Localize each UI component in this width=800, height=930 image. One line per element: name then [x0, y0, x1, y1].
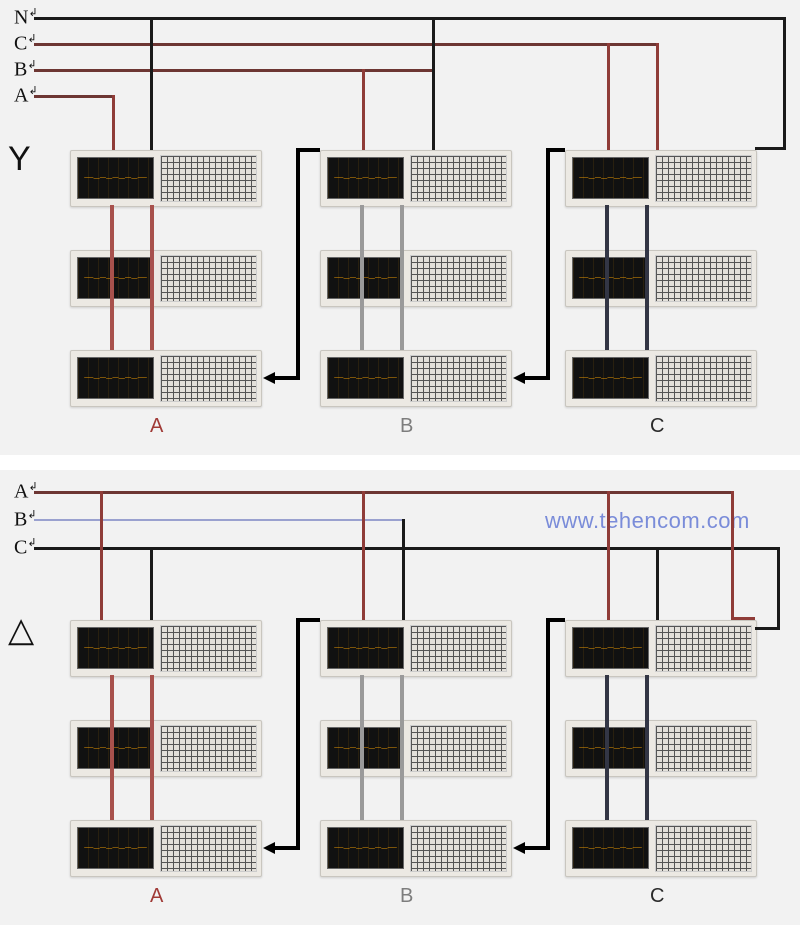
bus-c-line-d	[34, 547, 779, 550]
device-d-a3	[70, 820, 262, 877]
drop-n-b	[432, 17, 435, 150]
delta-symbol: △	[8, 610, 34, 650]
d-arrow-bc-head	[513, 842, 525, 854]
d-vert-a-r	[150, 675, 154, 820]
device-y-c2	[565, 250, 757, 307]
arrow-ab-v	[296, 148, 300, 380]
panel-delta: A↲ B↲ C↲ △ www.tehencom.com A B C	[0, 470, 800, 925]
bus-b-line	[34, 69, 434, 72]
d-col-b-label: B	[400, 885, 413, 908]
d-col-c-label: C	[650, 885, 664, 908]
device-y-b3	[320, 350, 512, 407]
device-d-a1	[70, 620, 262, 677]
d-drop-a3b	[731, 491, 734, 620]
wye-symbol: Y	[8, 140, 31, 179]
device-d-b3	[320, 820, 512, 877]
d-arrow-ab-h2	[296, 618, 320, 622]
d-drop-a3bh	[731, 617, 755, 620]
bus-c-line	[34, 43, 659, 46]
device-y-a2	[70, 250, 262, 307]
device-d-c2	[565, 720, 757, 777]
arrow-bc-v	[546, 148, 550, 380]
d-drop-a2	[362, 491, 365, 620]
d-vert-c-r	[645, 675, 649, 820]
bus-b-line-d	[34, 519, 404, 521]
col-a-label: A	[150, 415, 163, 438]
arrow-bc-head	[513, 372, 525, 384]
d-drop-a3	[607, 491, 610, 620]
d-col-a-label: A	[150, 885, 163, 908]
bus-a-line-d	[34, 491, 734, 494]
d-drop-c3b	[777, 547, 780, 630]
panel-wye: N↲ C↲ B↲ A↲ Y A B C	[0, 0, 800, 455]
d-drop-b2	[402, 519, 405, 620]
vert-b-l	[360, 205, 364, 350]
watermark: www.tehencom.com	[545, 508, 750, 534]
drop-a	[112, 95, 115, 150]
device-y-b1	[320, 150, 512, 207]
vert-c-l	[605, 205, 609, 350]
vert-a-l	[110, 205, 114, 350]
vert-b-r	[400, 205, 404, 350]
drop-n-a	[150, 17, 153, 150]
arrow-ab-head	[263, 372, 275, 384]
drop-n-c2h	[755, 147, 786, 150]
device-d-b2	[320, 720, 512, 777]
vert-c-r	[645, 205, 649, 350]
bus-n-line	[34, 17, 785, 20]
drop-n-c2	[783, 17, 786, 150]
drop-c	[607, 43, 610, 150]
device-d-b1	[320, 620, 512, 677]
arrow-bc-h2	[546, 148, 565, 152]
device-y-c3	[565, 350, 757, 407]
device-d-a2	[70, 720, 262, 777]
d-drop-c3	[656, 547, 659, 620]
device-y-c1	[565, 150, 757, 207]
d-arrow-ab-v	[296, 618, 300, 850]
d-vert-c-l	[605, 675, 609, 820]
d-vert-a-l	[110, 675, 114, 820]
drop-n-c	[656, 43, 659, 150]
d-drop-c1	[150, 547, 153, 620]
d-vert-b-r	[400, 675, 404, 820]
device-d-c3	[565, 820, 757, 877]
col-c-label: C	[650, 415, 664, 438]
arrow-ab-h2	[296, 148, 320, 152]
d-arrow-ab-head	[263, 842, 275, 854]
device-y-b2	[320, 250, 512, 307]
device-y-a1	[70, 150, 262, 207]
d-arrow-bc-v	[546, 618, 550, 850]
bus-a-line	[34, 95, 114, 98]
device-y-a3	[70, 350, 262, 407]
d-drop-a1	[100, 491, 103, 620]
d-drop-c3bh	[755, 627, 780, 630]
col-b-label: B	[400, 415, 413, 438]
vert-a-r	[150, 205, 154, 350]
device-d-c1	[565, 620, 757, 677]
d-vert-b-l	[360, 675, 364, 820]
d-arrow-bc-h2	[546, 618, 565, 622]
drop-b	[362, 69, 365, 150]
